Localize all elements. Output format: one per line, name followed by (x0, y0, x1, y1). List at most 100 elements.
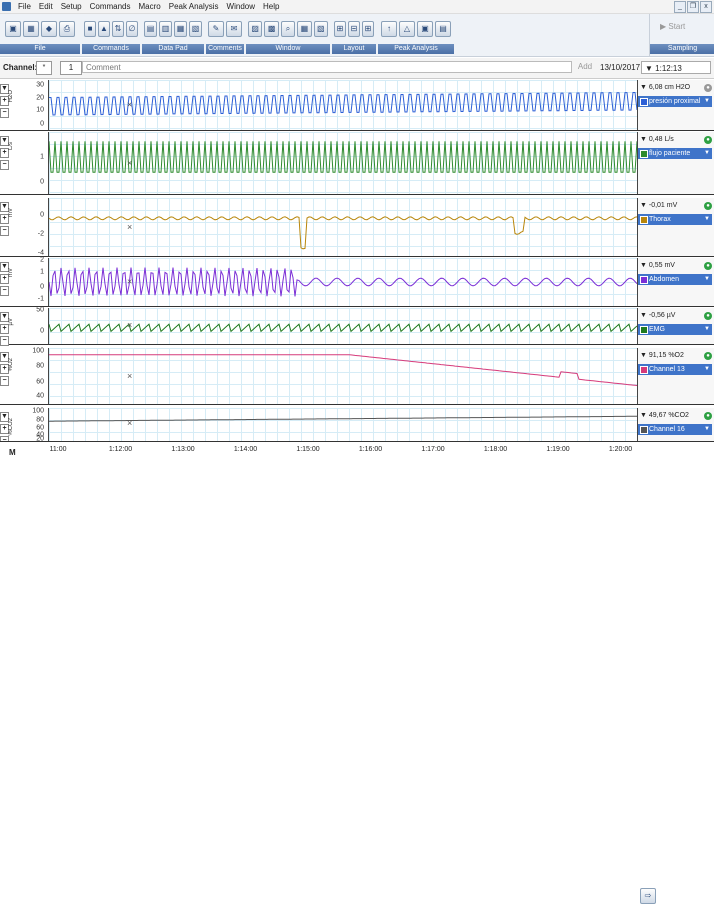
menu-peak-analysis[interactable]: Peak Analysis (165, 2, 223, 11)
menu-file[interactable]: File (14, 2, 35, 11)
open-icon[interactable]: ▦ (23, 21, 39, 37)
signal-plot[interactable]: × (48, 258, 638, 306)
data-pad-table-icon[interactable]: ▦ (174, 21, 187, 37)
channel-unit-label: mV (8, 268, 14, 277)
menu-help[interactable]: Help (259, 2, 283, 11)
time-tick-label: 1:14:00 (233, 446, 258, 453)
spectrum-view-icon[interactable]: ▧ (313, 21, 329, 37)
channel-info-panel: ▼ -0,56 µV ● EMG ▼ (638, 308, 714, 344)
signal-plot[interactable]: × (48, 132, 638, 194)
scale-up-button[interactable]: + (0, 324, 9, 334)
print-icon[interactable]: ⎙ (59, 21, 75, 37)
start-button[interactable]: ▶ Start (660, 22, 685, 31)
channel-status-icon[interactable]: ● (704, 136, 712, 144)
data-pad-add-icon[interactable]: ▥ (159, 21, 172, 37)
channel-row: ▼ + − mV 2 1 0 -1 × ▼ 0,55 mV ● Abdomen ▼ (0, 257, 714, 307)
channel-selector[interactable]: * (36, 61, 52, 75)
peak-view-icon[interactable]: △ (399, 21, 415, 37)
scale-down-button[interactable]: − (0, 336, 9, 346)
y-tick-label: 0 (40, 120, 44, 128)
comment-edit-icon[interactable]: ✎ (208, 21, 224, 37)
menu-macro[interactable]: Macro (135, 2, 165, 11)
zoom-icon[interactable]: ⇅ (112, 21, 124, 37)
add-comment-button[interactable]: Add (574, 61, 596, 73)
time-selector[interactable]: ▼ 1:12:13 (641, 61, 711, 74)
channel-value: ▼ -0,56 µV (640, 312, 676, 319)
channel-name-dropdown[interactable]: Abdomen ▼ (638, 274, 712, 285)
menu-bar: File Edit Setup Commands Macro Peak Anal… (0, 0, 714, 14)
xy-view-icon[interactable]: ▦ (297, 21, 312, 37)
marker-button[interactable]: M (9, 448, 16, 457)
channel-name-dropdown[interactable]: Channel 16 ▼ (638, 424, 712, 435)
channel-name-dropdown[interactable]: Thorax ▼ (638, 214, 712, 225)
channel-controls: ▼+− (0, 80, 9, 118)
channel-row: ▼ + − %O2 100 80 60 40 × ▼ 91,15 %O2 ● Channel 13 ▼ (0, 347, 714, 405)
ribbon-group-commands: ■ ▲ ⇅ ∅ Commands (82, 14, 140, 56)
signal-plot[interactable]: × (48, 308, 638, 344)
window-controls: _ ❐ x (674, 1, 712, 13)
channel-name-dropdown[interactable]: EMG ▼ (638, 324, 712, 335)
peak-detect-icon[interactable]: ↑ (381, 21, 397, 37)
channel-status-icon[interactable]: ● (704, 312, 712, 320)
ribbon-group-label-commands: Commands (82, 44, 140, 54)
ribbon-group-data-pad: ▤ ▥ ▦ ▧ Data Pad (142, 14, 204, 56)
peak-table-icon[interactable]: ▣ (417, 21, 433, 37)
new-document-icon[interactable]: ▣ (5, 21, 21, 37)
signal-plot[interactable]: × (48, 198, 638, 256)
scroll-icon[interactable]: ⇨ (640, 888, 656, 904)
channel-row: ▼ + − H2O 30 20 10 0 × ▼ 6,08 cm H2O ● presión prox… (0, 80, 714, 131)
menu-setup[interactable]: Setup (57, 2, 86, 11)
channel-info-panel: ▼ 49,67 %CO2 ● Channel 16 ▼ (638, 408, 714, 441)
clear-icon[interactable]: ∅ (126, 21, 138, 37)
channel-name-dropdown[interactable]: flujo paciente ▼ (638, 148, 712, 159)
y-tick-label: 1 (40, 268, 44, 276)
signal-line (49, 216, 637, 250)
scale-down-button[interactable]: − (0, 160, 9, 170)
channel-status-icon[interactable]: ● (704, 84, 712, 92)
channel-status-icon[interactable]: ● (704, 262, 712, 270)
restore-button[interactable]: ❐ (687, 1, 699, 13)
scale-down-button[interactable]: − (0, 286, 9, 296)
save-icon[interactable]: ◆ (41, 21, 57, 37)
signal-plot[interactable]: × (48, 348, 638, 404)
scale-down-button[interactable]: − (0, 108, 9, 118)
y-tick-label: 50 (36, 306, 44, 314)
signal-plot[interactable]: × (48, 80, 638, 130)
channel-color-swatch (640, 150, 648, 158)
zoom-window-icon[interactable]: ⌕ (280, 21, 296, 37)
y-tick-label: 60 (36, 424, 44, 432)
channel-status-icon[interactable]: ● (704, 352, 712, 360)
data-pad-icon[interactable]: ▤ (144, 21, 157, 37)
channel-name-dropdown[interactable]: Channel 13 ▼ (638, 364, 712, 375)
channel-value: ▼ 0,55 mV (640, 262, 675, 269)
scope-view-icon[interactable]: ▩ (264, 21, 279, 37)
chevron-down-icon: ▼ (704, 326, 710, 332)
channel-status-icon[interactable]: ● (704, 202, 712, 210)
layout-add-icon[interactable]: ⊞ (362, 21, 374, 37)
find-icon[interactable]: ▲ (98, 21, 110, 37)
chart-view-icon[interactable]: ▨ (247, 21, 263, 37)
comment-input[interactable]: Comment (82, 61, 572, 73)
channel-value: ▼ 0,48 L/s (640, 136, 674, 143)
layout-grid-icon[interactable]: ⊞ (334, 21, 346, 37)
scale-down-button[interactable]: − (0, 376, 9, 386)
binoculars-icon[interactable]: ■ (84, 21, 96, 37)
scale-down-button[interactable]: − (0, 226, 9, 236)
comment-add-icon[interactable]: ✉ (226, 21, 242, 37)
channel-number-field[interactable]: 1 (60, 61, 82, 75)
data-pad-export-icon[interactable]: ▧ (189, 21, 202, 37)
y-tick-label: -4 (37, 249, 44, 257)
menu-commands[interactable]: Commands (86, 2, 135, 11)
layout-tile-icon[interactable]: ⊟ (348, 21, 360, 37)
channel-status-icon[interactable]: ● (704, 412, 712, 420)
y-axis: 2 1 0 -1 (16, 257, 46, 306)
channel-name-dropdown[interactable]: presión proximal ▼ (638, 96, 712, 107)
close-button[interactable]: x (700, 1, 712, 13)
minimize-button[interactable]: _ (674, 1, 686, 13)
signal-trace: × (49, 415, 637, 428)
menu-window[interactable]: Window (223, 2, 259, 11)
ribbon-group-label-layout: Layout (332, 44, 376, 54)
peak-export-icon[interactable]: ▤ (435, 21, 451, 37)
signal-plot[interactable]: × (48, 408, 638, 441)
menu-edit[interactable]: Edit (35, 2, 57, 11)
